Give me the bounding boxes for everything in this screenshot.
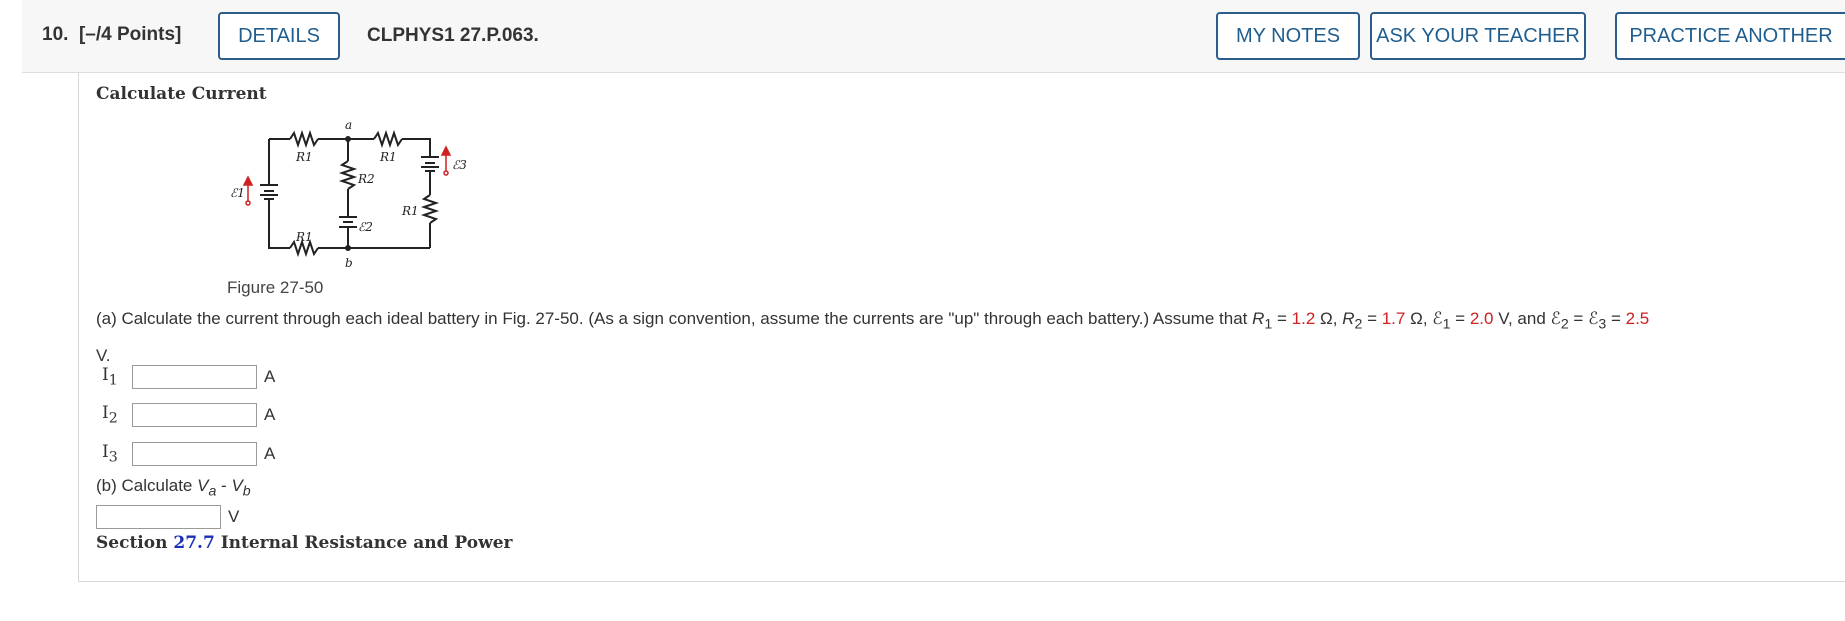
node-b-label: b bbox=[345, 256, 353, 270]
figure-caption: Figure 27-50 bbox=[227, 278, 324, 297]
question-code: CLPHYS1 27.P.063. bbox=[367, 25, 539, 46]
e3-label: ℰ3 bbox=[452, 158, 467, 172]
node-a-label: a bbox=[345, 118, 352, 132]
r1-bottom-label: R1 bbox=[295, 230, 313, 244]
question-header: 10. [–/4 Points] DETAILS CLPHYS1 27.P.06… bbox=[22, 0, 1845, 73]
problem-title: Calculate Current bbox=[96, 84, 267, 104]
ask-your-teacher-button[interactable]: ASK YOUR TEACHER bbox=[1370, 12, 1586, 60]
i3-input[interactable] bbox=[132, 442, 257, 466]
answer-row-vab: V bbox=[96, 505, 239, 529]
vab-input[interactable] bbox=[96, 505, 221, 529]
i1-input[interactable] bbox=[132, 365, 257, 389]
i2-label: I2 bbox=[102, 403, 118, 427]
e2-label: ℰ2 bbox=[358, 220, 373, 234]
part-b-prompt: (b) Calculate Va - Vb bbox=[96, 476, 251, 500]
i3-unit: A bbox=[264, 444, 276, 463]
circuit-figure: a b R1 R1 R1 R1 R2 ℰ1 ℰ2 ℰ3 bbox=[230, 118, 467, 270]
i2-unit: A bbox=[264, 405, 276, 424]
i1-unit: A bbox=[264, 367, 276, 386]
my-notes-button[interactable]: MY NOTES bbox=[1216, 12, 1360, 60]
i2-input[interactable] bbox=[132, 403, 257, 427]
vab-unit: V bbox=[228, 507, 240, 526]
details-button[interactable]: DETAILS bbox=[218, 12, 340, 60]
answer-row-i1: I1 A bbox=[102, 364, 275, 390]
i1-label: I1 bbox=[102, 365, 118, 389]
section-link[interactable]: 27.7 bbox=[173, 533, 214, 553]
r1-top-label: R1 bbox=[295, 150, 313, 164]
e1-label: ℰ1 bbox=[230, 186, 245, 200]
practice-another-button[interactable]: PRACTICE ANOTHER bbox=[1615, 12, 1845, 60]
answer-row-i3: I3 A bbox=[102, 441, 275, 467]
r1-right-label: R1 bbox=[401, 204, 419, 218]
question-number: 10. [–/4 Points] bbox=[42, 24, 182, 45]
i3-label: I3 bbox=[102, 442, 118, 466]
part-a-prompt: (a) Calculate the current through each i… bbox=[96, 309, 1650, 366]
r2-label: R2 bbox=[357, 172, 375, 186]
answer-row-i2: I2 A bbox=[102, 402, 275, 428]
section-reference: Section 27.7 Internal Resistance and Pow… bbox=[96, 533, 513, 553]
r1-top-right-label: R1 bbox=[379, 150, 397, 164]
